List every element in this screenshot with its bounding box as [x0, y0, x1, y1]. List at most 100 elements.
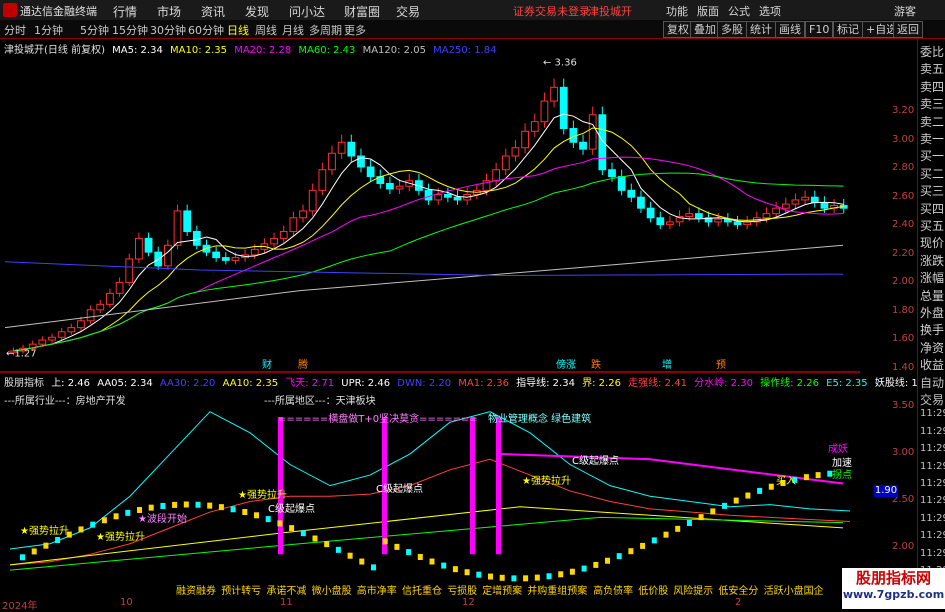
period-5min[interactable]: 5分钟 — [80, 22, 109, 38]
price-tick: 2.80 — [892, 162, 915, 173]
candle-body — [588, 114, 597, 150]
menu-ask[interactable]: 问小达 — [289, 3, 325, 20]
adjust-button[interactable]: 复权 — [663, 21, 693, 38]
side-panel-item: 11:29 — [920, 408, 945, 420]
candle-body — [221, 257, 230, 261]
event-tag[interactable]: 傍涨 — [556, 358, 576, 371]
indicator-bar — [698, 514, 704, 521]
menu-trade[interactable]: 交易 — [396, 3, 420, 20]
candle-body — [714, 218, 723, 223]
indicator-bar — [499, 574, 505, 581]
period-minute[interactable]: 分时 — [4, 22, 26, 38]
event-tag[interactable]: 预 — [716, 359, 726, 371]
period-weekly[interactable]: 周线 — [255, 22, 277, 38]
candle-body — [337, 141, 346, 154]
draw-button[interactable]: 画线 — [775, 21, 805, 38]
indicator-bar — [371, 564, 376, 571]
period-multi[interactable]: 多周期 — [309, 22, 342, 38]
indicator-bar — [406, 549, 412, 556]
indicator-bar — [686, 519, 692, 526]
indicator-bar — [803, 474, 809, 481]
indicator-chart[interactable]: C级起爆点C级起爆点C级起爆点★强势拉升★强势拉升★波段开始★强势拉升★强势拉升… — [0, 372, 860, 594]
event-tag[interactable]: 腾 — [298, 358, 308, 371]
side-panel-item: 收益 — [920, 358, 945, 373]
menu-layout[interactable]: 版面 — [697, 3, 719, 19]
indicator-legend-item: 飞天: 2.71 — [282, 378, 335, 389]
period-30min[interactable]: 30分钟 — [150, 22, 186, 38]
mark-button[interactable]: 标记 — [833, 21, 863, 38]
menu-options[interactable]: 选项 — [759, 3, 781, 19]
side-panel-item: 卖二 — [920, 114, 945, 129]
app-title: 通达信金融终端 — [20, 5, 97, 18]
indicator-bar — [745, 492, 751, 499]
candle-body — [57, 331, 66, 338]
indicator-bar — [733, 497, 739, 504]
indicator-annotation: C级起爆点 — [572, 455, 619, 467]
indicator-bar — [581, 565, 587, 572]
candle-body — [135, 237, 143, 260]
indicator-bar — [663, 531, 669, 538]
period-1min[interactable]: 1分钟 — [34, 22, 63, 38]
menu-markets[interactable]: 市场 — [157, 3, 181, 20]
menu-guest[interactable]: 游客 — [894, 3, 916, 19]
menu-wealth[interactable]: 财富圈 — [344, 3, 380, 20]
indicator-bar — [476, 571, 482, 578]
candle-body — [366, 166, 375, 178]
event-tag[interactable]: 财 — [262, 358, 272, 371]
period-15min[interactable]: 15分钟 — [112, 22, 148, 38]
watermark-title: 股朋指标网 — [855, 569, 931, 587]
indicator-bar — [160, 502, 166, 509]
bottom-tag: 预计转亏 — [221, 586, 262, 597]
candle-body — [308, 189, 317, 212]
side-panel-item: 自动 — [920, 375, 945, 390]
side-panel-item: 交易 — [920, 393, 945, 407]
indicator-bar — [324, 541, 330, 548]
indicator-bar — [417, 553, 423, 560]
time-tick: 12 — [462, 597, 475, 608]
indicator-bar — [148, 504, 154, 511]
time-tick: 2 — [735, 597, 742, 608]
indicator-bar — [558, 571, 564, 578]
price-tick: 2.20 — [892, 247, 915, 259]
bottom-tag: 并购重组预案 — [527, 586, 588, 597]
candle-body — [424, 189, 433, 201]
event-tag[interactable]: 增 — [662, 358, 672, 371]
overlay-button[interactable]: 叠加 — [690, 21, 720, 38]
period-monthly[interactable]: 月线 — [282, 22, 304, 38]
menu-function[interactable]: 功能 — [666, 3, 688, 19]
signal-bar — [470, 416, 475, 555]
indicator-bar — [534, 574, 540, 581]
menu-news[interactable]: 资讯 — [201, 3, 225, 20]
stats-button[interactable]: 统计 — [746, 21, 776, 38]
high-price-mark: ← 3.36 — [543, 57, 577, 68]
candle-body — [192, 231, 201, 246]
concept-label-2: 物业管理概念 绿色建筑 — [488, 414, 592, 425]
period-60min[interactable]: 60分钟 — [188, 22, 224, 38]
chart-bg — [0, 39, 860, 372]
trade-login-warning[interactable]: 证券交易未登录 — [513, 3, 590, 19]
candle-body — [183, 210, 192, 233]
candle-body — [328, 152, 336, 171]
concept-label: ======横盘做T+0坚决莫贪======= — [278, 414, 478, 425]
indicator-legend-item: E5: 2.35 — [822, 378, 868, 389]
event-tag[interactable]: 跌 — [591, 358, 601, 371]
kline-chart[interactable]: ← 3.36 ←1.27 财 腾 傍涨 跌 增 预 — [0, 39, 860, 372]
candle-body — [550, 86, 558, 102]
main-legend-item: MA120: 2.05 — [359, 45, 426, 56]
menu-discover[interactable]: 发现 — [245, 3, 269, 20]
menu-market[interactable]: 行情 — [113, 3, 137, 20]
indicator-bar — [43, 542, 49, 549]
menu-formula[interactable]: 公式 — [728, 3, 750, 19]
multi-stock-button[interactable]: 多股 — [717, 21, 747, 38]
indicator-bar — [300, 530, 306, 537]
bottom-tag: 风险提示 — [673, 586, 714, 597]
indicator-legend-item: UPR: 2.46 — [338, 378, 391, 389]
f10-button[interactable]: F10 — [805, 21, 834, 38]
side-panel-item: 净资 — [920, 340, 945, 355]
side-panel-item: 11:29 — [920, 512, 945, 524]
watermark-url: www.7gpzb.com — [842, 588, 945, 601]
period-more[interactable]: 更多 — [344, 22, 366, 38]
candle-body — [540, 100, 549, 123]
back-button[interactable]: 返回 — [893, 21, 923, 38]
period-daily[interactable]: 日线 — [227, 22, 249, 38]
